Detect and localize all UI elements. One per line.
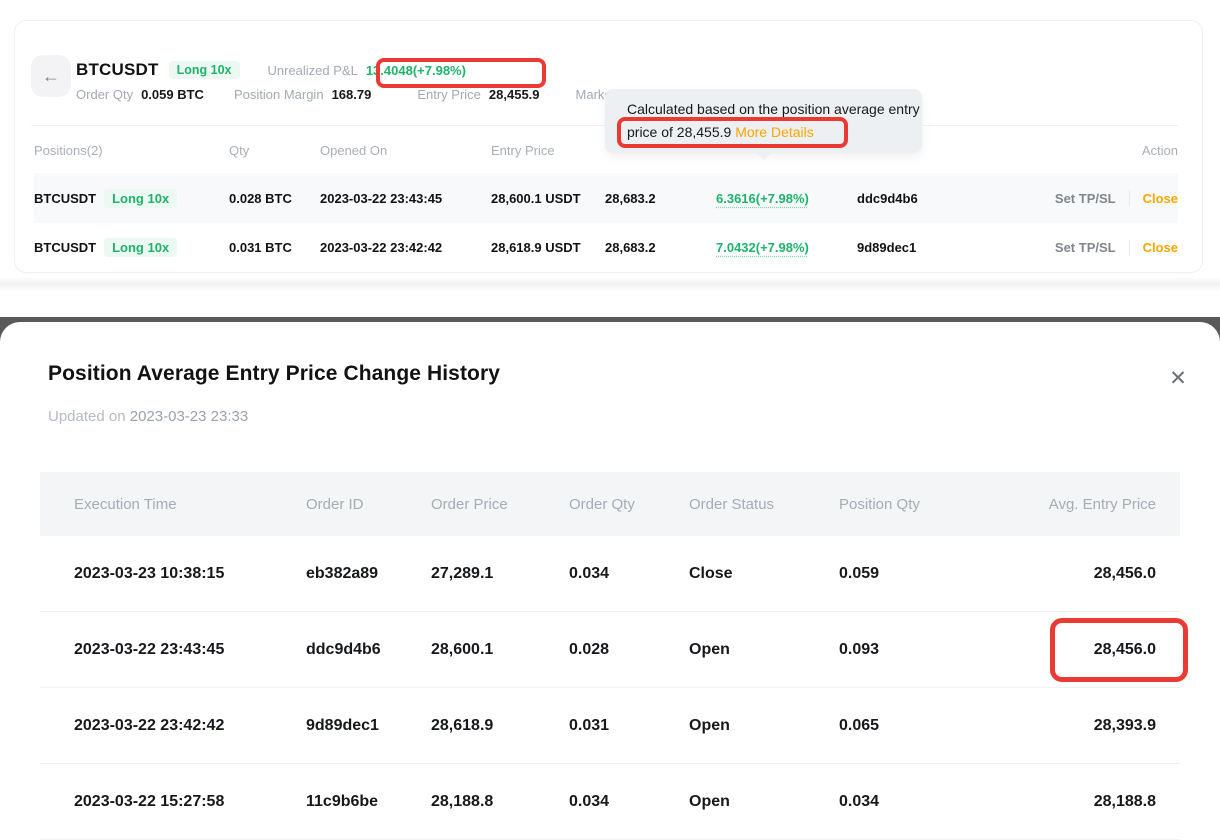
history-table: Execution Time Order ID Order Price Orde… xyxy=(40,472,1180,840)
cell-order-id: 9d89dec1 xyxy=(306,717,431,735)
cell-order-status: Open xyxy=(689,717,839,735)
col-order-status: Order Status xyxy=(689,496,839,513)
close-position-button[interactable]: Close xyxy=(1143,191,1178,206)
arrow-left-icon: ← xyxy=(42,66,60,86)
cell-execution-time: 2023-03-22 23:43:45 xyxy=(74,641,306,659)
col-entry-price: Entry Price xyxy=(491,143,605,158)
col-order-price: Order Price xyxy=(431,496,569,513)
close-icon: ✕ xyxy=(1169,367,1187,390)
row-symbol: BTCUSDT xyxy=(34,240,96,255)
close-position-button[interactable]: Close xyxy=(1143,240,1178,255)
cell-order-qty: 0.034 xyxy=(569,793,689,811)
row-market-price: 28,683.2 xyxy=(605,240,716,255)
row-symbol: BTCUSDT xyxy=(34,191,96,206)
cell-position-qty: 0.065 xyxy=(839,717,954,735)
col-position-qty: Position Qty xyxy=(839,496,954,513)
unrealized-pnl-label: Unrealized P&L xyxy=(268,63,358,78)
side-leverage-badge: Long 10x xyxy=(169,61,240,79)
cell-order-price: 27,289.1 xyxy=(431,565,569,583)
cell-order-price: 28,600.1 xyxy=(431,641,569,659)
row-side-badge: Long 10x xyxy=(104,189,177,208)
col-positions: Positions(2) xyxy=(34,143,229,158)
cell-order-price: 28,618.9 xyxy=(431,717,569,735)
position-row: BTCUSDT Long 10x 0.028 BTC 2023-03-22 23:… xyxy=(34,173,1178,223)
row-side-badge: Long 10x xyxy=(104,238,177,257)
cell-order-status: Open xyxy=(689,641,839,659)
cell-execution-time: 2023-03-23 10:38:15 xyxy=(74,565,306,583)
cell-avg-entry-price: 28,188.8 xyxy=(954,793,1156,811)
symbol-title: BTCUSDT xyxy=(76,60,159,80)
row-unrealized-pnl: 7.0432(+7.98%) xyxy=(716,240,857,255)
position-row: BTCUSDT Long 10x 0.031 BTC 2023-03-22 23:… xyxy=(34,223,1178,273)
col-execution-time: Execution Time xyxy=(74,496,306,513)
stat-order-qty: Order Qty 0.059 BTC xyxy=(76,87,204,102)
col-order-id: Order ID xyxy=(306,496,431,513)
tooltip-caret xyxy=(755,152,773,160)
row-opened: 2023-03-22 23:42:42 xyxy=(320,240,491,255)
row-unrealized-pnl: 6.3616(+7.98%) xyxy=(716,191,857,206)
row-order-id: ddc9d4b6 xyxy=(857,191,1055,206)
card-shadow xyxy=(0,277,1220,292)
stat-entry-price: Entry Price 28,455.9 xyxy=(403,87,553,102)
highlight-box-avg-entry-price xyxy=(1050,618,1188,682)
row-opened: 2023-03-22 23:43:45 xyxy=(320,191,491,206)
back-button[interactable]: ← xyxy=(31,55,71,97)
cell-order-price: 28,188.8 xyxy=(431,793,569,811)
history-row: 2023-03-23 10:38:15 eb382a89 27,289.1 0.… xyxy=(40,536,1180,612)
cell-execution-time: 2023-03-22 15:27:58 xyxy=(74,793,306,811)
action-divider xyxy=(1129,240,1130,256)
stat-position-margin: Position Margin 168.79 xyxy=(234,87,371,102)
set-tpsl-button[interactable]: Set TP/SL xyxy=(1055,191,1116,206)
history-row: 2023-03-22 15:27:58 11c9b6be 28,188.8 0.… xyxy=(40,764,1180,840)
cell-position-qty: 0.059 xyxy=(839,565,954,583)
col-opened-on: Opened On xyxy=(320,143,491,158)
modal-close-button[interactable]: ✕ xyxy=(1160,360,1196,396)
history-row: 2023-03-22 23:43:45 ddc9d4b6 28,600.1 0.… xyxy=(40,612,1180,688)
cell-avg-entry-price: 28,456.0 xyxy=(954,565,1156,583)
modal-updated-line: Updated on 2023-03-23 23:33 xyxy=(48,408,248,425)
modal-title: Position Average Entry Price Change Hist… xyxy=(48,362,500,386)
col-qty: Qty xyxy=(229,143,320,158)
history-row: 2023-03-22 23:42:42 9d89dec1 28,618.9 0.… xyxy=(40,688,1180,764)
cell-order-status: Close xyxy=(689,565,839,583)
cell-order-qty: 0.028 xyxy=(569,641,689,659)
col-order-qty: Order Qty xyxy=(569,496,689,513)
action-divider xyxy=(1129,190,1130,206)
cell-order-status: Open xyxy=(689,793,839,811)
highlight-box-tooltip-price xyxy=(617,117,848,148)
col-avg-entry-price: Avg. Entry Price xyxy=(954,496,1156,513)
cell-execution-time: 2023-03-22 23:42:42 xyxy=(74,717,306,735)
cell-order-id: eb382a89 xyxy=(306,565,431,583)
cell-order-id: 11c9b6be xyxy=(306,793,431,811)
highlight-box-entry-price xyxy=(376,58,546,88)
cell-avg-entry-price: 28,393.9 xyxy=(954,717,1156,735)
history-table-header: Execution Time Order ID Order Price Orde… xyxy=(40,472,1180,536)
row-market-price: 28,683.2 xyxy=(605,191,716,206)
row-qty: 0.028 BTC xyxy=(229,191,320,206)
row-qty: 0.031 BTC xyxy=(229,240,320,255)
cell-order-id: ddc9d4b6 xyxy=(306,641,431,659)
cell-order-qty: 0.034 xyxy=(569,565,689,583)
cell-position-qty: 0.093 xyxy=(839,641,954,659)
row-entry-price: 28,618.9 USDT xyxy=(491,240,605,255)
set-tpsl-button[interactable]: Set TP/SL xyxy=(1055,240,1116,255)
cell-order-qty: 0.031 xyxy=(569,717,689,735)
row-order-id: 9d89dec1 xyxy=(857,240,1055,255)
col-action: Action xyxy=(1142,143,1178,158)
cell-position-qty: 0.034 xyxy=(839,793,954,811)
row-entry-price: 28,600.1 USDT xyxy=(491,191,605,206)
